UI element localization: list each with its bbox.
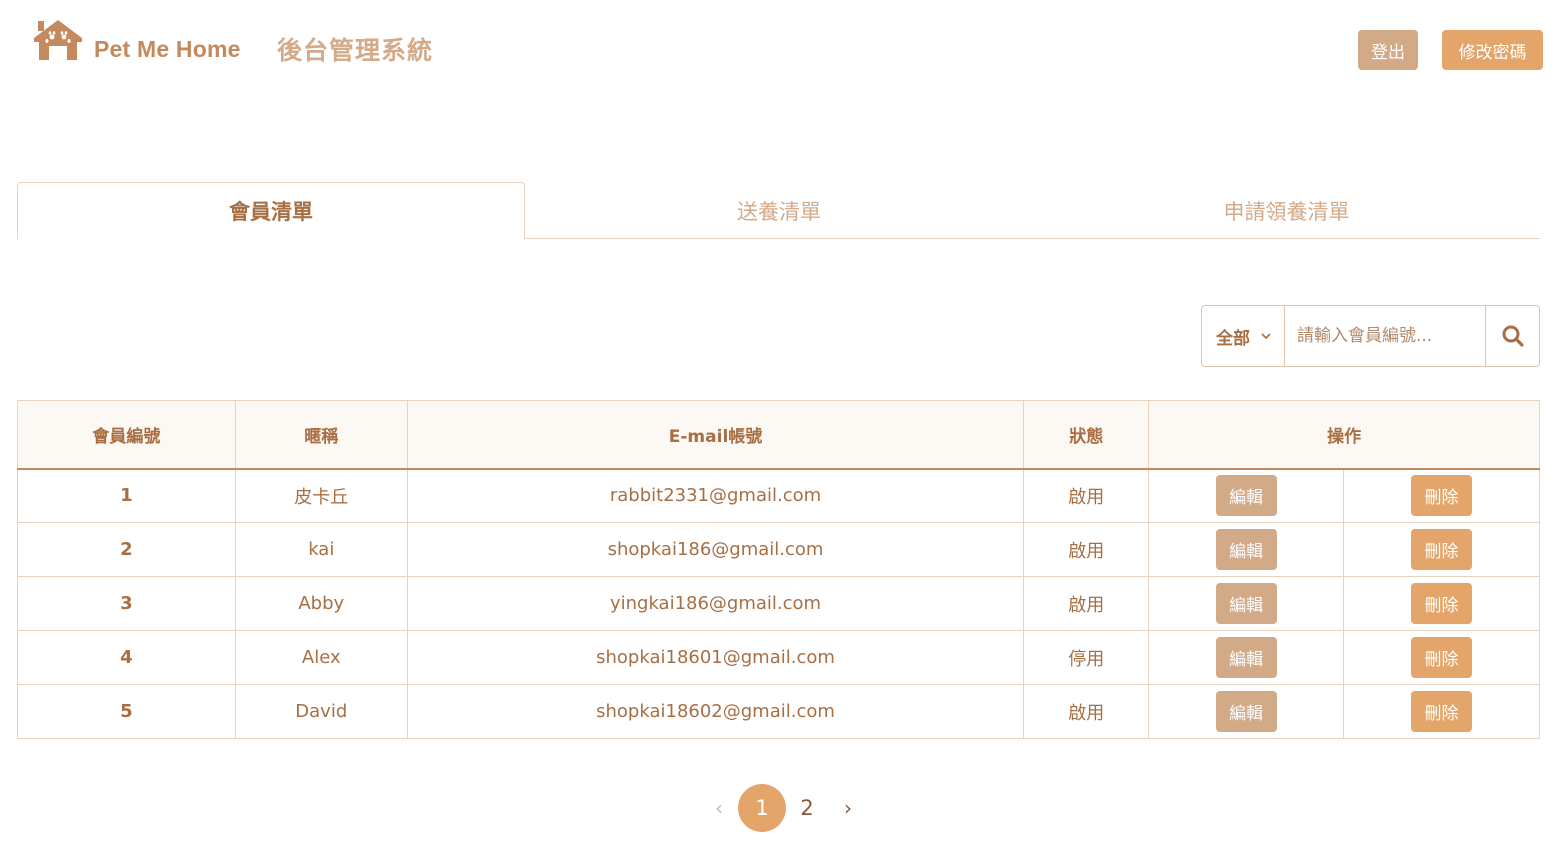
email-cell: shopkai186@gmail.com	[406, 522, 1025, 577]
delete-button[interactable]: 刪除	[1411, 583, 1473, 624]
column-header-actions: 操作	[1148, 400, 1540, 470]
column-header-nickname: 暱稱	[234, 400, 408, 470]
table-row: 1 皮卡丘 rabbit2331@gmail.com 啟用 編輯 刪除	[17, 468, 1540, 523]
delete-cell: 刪除	[1343, 468, 1540, 523]
pagination: ‹ 1 2 ›	[0, 784, 1560, 832]
email-cell: yingkai186@gmail.com	[406, 576, 1025, 631]
table-header-row: 會員編號 暱稱 E-mail帳號 狀態 操作	[17, 400, 1540, 470]
nickname-cell: 皮卡丘	[234, 468, 408, 523]
status-cell: 啟用	[1023, 684, 1150, 739]
tab-member-list[interactable]: 會員清單	[17, 182, 525, 240]
edit-button[interactable]: 編輯	[1215, 637, 1277, 678]
edit-cell: 編輯	[1148, 576, 1345, 631]
nickname-cell: Alex	[234, 630, 408, 685]
status-filter-value: 全部	[1216, 328, 1250, 349]
search-bar: 全部	[1201, 305, 1540, 367]
member-id-search-input[interactable]	[1285, 306, 1486, 366]
edit-cell: 編輯	[1148, 630, 1345, 685]
system-title: 後台管理系統	[277, 36, 434, 65]
edit-cell: 編輯	[1148, 468, 1345, 523]
status-filter-select[interactable]: 全部	[1202, 306, 1285, 366]
edit-button[interactable]: 編輯	[1215, 475, 1277, 517]
logout-button[interactable]: 登出	[1358, 30, 1418, 70]
column-header-status: 狀態	[1023, 400, 1150, 470]
nickname-cell: kai	[234, 522, 408, 577]
pagination-page-1[interactable]: 1	[738, 784, 786, 832]
member-id-cell: 3	[17, 576, 236, 631]
pagination-page-2[interactable]: 2	[795, 784, 819, 832]
table-row: 4 Alex shopkai18601@gmail.com 停用 編輯 刪除	[17, 630, 1540, 685]
house-paw-logo-icon	[34, 20, 82, 60]
status-cell: 啟用	[1023, 468, 1150, 523]
delete-button[interactable]: 刪除	[1411, 637, 1473, 678]
tab-adoption-application-list[interactable]: 申請領養清單	[1033, 182, 1540, 239]
header: Pet Me Home 後台管理系統 登出 修改密碼	[0, 0, 1560, 100]
table-row: 5 David shopkai18602@gmail.com 啟用 編輯 刪除	[17, 684, 1540, 739]
chevron-down-icon	[1261, 333, 1271, 340]
edit-button[interactable]: 編輯	[1215, 583, 1277, 624]
delete-button[interactable]: 刪除	[1411, 475, 1473, 517]
delete-button[interactable]: 刪除	[1411, 691, 1473, 732]
edit-button[interactable]: 編輯	[1215, 529, 1277, 570]
pagination-prev-button[interactable]: ‹	[708, 784, 730, 832]
status-cell: 啟用	[1023, 576, 1150, 631]
member-id-cell: 4	[17, 630, 236, 685]
edit-button[interactable]: 編輯	[1215, 691, 1277, 732]
table-row: 3 Abby yingkai186@gmail.com 啟用 編輯 刪除	[17, 576, 1540, 631]
delete-cell: 刪除	[1343, 522, 1540, 577]
status-cell: 停用	[1023, 630, 1150, 685]
edit-cell: 編輯	[1148, 522, 1345, 577]
tab-rehome-list[interactable]: 送養清單	[525, 182, 1033, 239]
search-button[interactable]	[1486, 306, 1539, 366]
nickname-cell: David	[234, 684, 408, 739]
member-table: 會員編號 暱稱 E-mail帳號 狀態 操作 1 皮卡丘 rabbit2331@…	[17, 400, 1540, 739]
member-id-cell: 5	[17, 684, 236, 739]
brand-name: Pet Me Home	[94, 36, 241, 62]
member-id-cell: 1	[17, 468, 236, 523]
change-password-button[interactable]: 修改密碼	[1442, 30, 1543, 70]
email-cell: rabbit2331@gmail.com	[406, 468, 1025, 523]
delete-cell: 刪除	[1343, 630, 1540, 685]
pagination-next-button[interactable]: ›	[838, 784, 858, 832]
delete-cell: 刪除	[1343, 576, 1540, 631]
search-icon	[1502, 325, 1524, 347]
tab-bar: 會員清單 送養清單 申請領養清單	[17, 182, 1540, 240]
table-row: 2 kai shopkai186@gmail.com 啟用 編輯 刪除	[17, 522, 1540, 577]
column-header-email: E-mail帳號	[406, 400, 1025, 470]
status-cell: 啟用	[1023, 522, 1150, 577]
nickname-cell: Abby	[234, 576, 408, 631]
logo[interactable]	[30, 16, 86, 64]
delete-button[interactable]: 刪除	[1411, 529, 1473, 570]
column-header-member-id: 會員編號	[17, 400, 236, 470]
member-id-cell: 2	[17, 522, 236, 577]
email-cell: shopkai18602@gmail.com	[406, 684, 1025, 739]
edit-cell: 編輯	[1148, 684, 1345, 739]
delete-cell: 刪除	[1343, 684, 1540, 739]
email-cell: shopkai18601@gmail.com	[406, 630, 1025, 685]
